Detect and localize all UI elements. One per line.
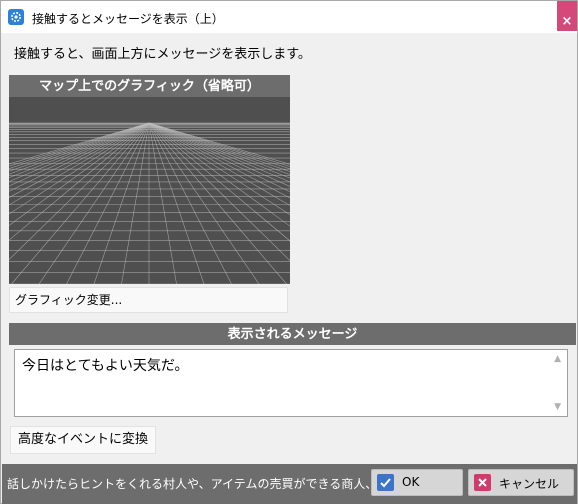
window-title: 接触するとメッセージを表示（上） (32, 12, 224, 26)
message-text: 今日はとてもよい天気だ。 (22, 358, 189, 374)
ok-button[interactable]: OK (371, 469, 463, 496)
change-graphic-button[interactable]: グラフィック変更... (9, 287, 288, 313)
close-icon: × (561, 14, 573, 29)
cancel-label: キャンセル (499, 477, 560, 491)
hint-text: 話しかけたらヒントをくれる村人や、アイテムの売買ができる商人、お金 (7, 477, 369, 491)
footer-bar: 話しかけたらヒントをくれる村人や、アイテムの売買ができる商人、お金 OK キャン… (2, 464, 577, 504)
x-icon (474, 474, 491, 491)
scroll-up-arrow-icon[interactable]: ▲ (554, 354, 561, 364)
grid-floor-preview (9, 97, 290, 284)
graphic-panel-header: マップ上でのグラフィック（省略可） (9, 75, 290, 97)
graphic-preview-panel: マップ上でのグラフィック（省略可） (9, 75, 290, 284)
app-icon (8, 9, 24, 25)
ok-label: OK (402, 475, 420, 489)
check-icon (377, 474, 394, 491)
scroll-down-arrow-icon[interactable]: ▼ (554, 402, 561, 412)
cancel-button[interactable]: キャンセル (468, 469, 574, 496)
convert-to-advanced-event-button[interactable]: 高度なイベントに変換 (10, 426, 156, 454)
event-dialog: 接触するとメッセージを表示（上） × 接触すると、画面上方にメッセージを表示しま… (0, 0, 578, 504)
close-button[interactable]: × (557, 1, 577, 31)
message-textarea[interactable]: 今日はとてもよい天気だ。 ▲ ▼ (14, 349, 568, 417)
message-section-header: 表示されるメッセージ (9, 323, 576, 345)
description-text: 接触すると、画面上方にメッセージを表示します。 (14, 47, 311, 62)
title-bar: 接触するとメッセージを表示（上） × (1, 1, 577, 33)
